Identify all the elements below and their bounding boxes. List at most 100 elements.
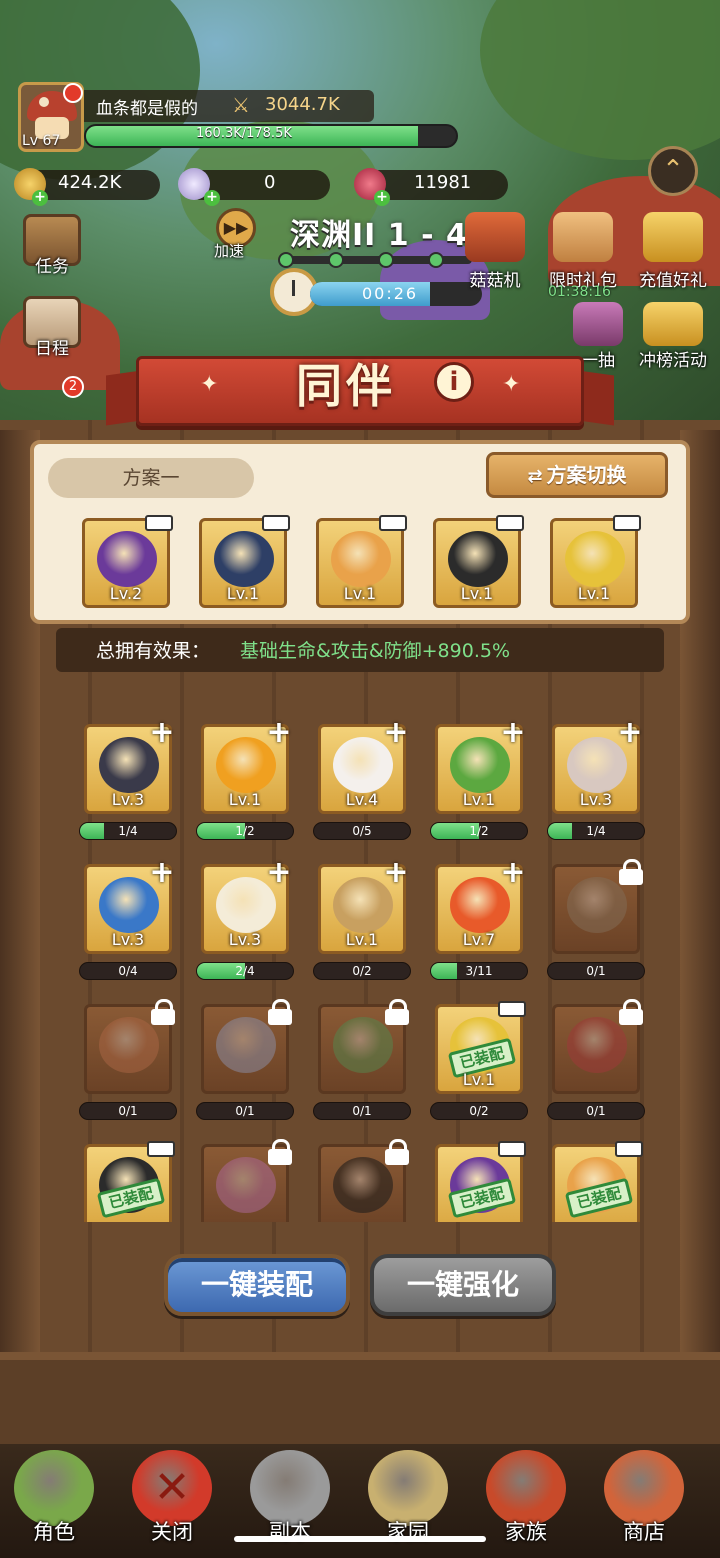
effect-value: 基础生命&攻击&防御+890.5% <box>240 640 510 662</box>
companion-card[interactable]: + Lv.1 <box>201 718 292 814</box>
companion-card[interactable]: + Lv.1 <box>435 718 526 814</box>
add-companion-icon[interactable]: + <box>149 858 175 888</box>
companion-card[interactable]: + Lv.3 <box>84 858 175 954</box>
unequip-icon[interactable] <box>498 1141 526 1157</box>
companion-level: Lv.7 <box>462 930 496 949</box>
companion-level: Lv.1 <box>226 584 260 603</box>
companion-card[interactable] <box>201 999 292 1094</box>
lock-icon <box>619 999 643 1025</box>
companion-card[interactable]: + Lv.7 <box>435 858 526 954</box>
plan-switch-button[interactable]: ⇄ 方案切换 <box>486 452 668 498</box>
shard-progress-text: 0/1 <box>586 964 606 978</box>
unequip-icon[interactable] <box>613 515 641 531</box>
companion-level: Lv.1 <box>462 790 496 809</box>
gold-amount: 424.2K <box>58 172 122 193</box>
star-icon: ✦ <box>200 372 219 397</box>
companion-level: Lv.1 <box>228 790 262 809</box>
add-companion-icon[interactable]: + <box>500 858 526 888</box>
companion-portrait <box>214 531 274 587</box>
companion-level: Lv.3 <box>228 930 262 949</box>
add-gold-icon[interactable]: + <box>32 190 48 206</box>
add-companion-icon[interactable]: + <box>500 718 526 748</box>
nav-home-garden[interactable]: 家园 <box>358 1450 458 1546</box>
companion-card[interactable] <box>552 999 643 1094</box>
unequip-icon[interactable] <box>496 515 524 531</box>
add-companion-icon[interactable]: + <box>383 858 409 888</box>
unequip-icon[interactable] <box>262 515 290 531</box>
companion-card[interactable]: + Lv.1 <box>318 858 409 954</box>
home-indicator[interactable] <box>234 1536 486 1542</box>
companion-card[interactable]: + Lv.4 <box>318 718 409 814</box>
limited-gift-timer: 01:38:16 <box>548 284 611 300</box>
companion-card[interactable]: 已装配 <box>435 1141 526 1222</box>
shard-progress-text: 1/2 <box>469 824 489 838</box>
add-crystal-icon[interactable]: + <box>204 190 220 206</box>
companion-portrait <box>99 1017 159 1073</box>
add-gem-icon[interactable]: + <box>374 190 390 206</box>
companion-portrait <box>216 1017 276 1073</box>
slot-machine-icon <box>465 212 525 262</box>
shard-progress-text: 3/11 <box>465 964 493 978</box>
companion-card[interactable]: 已装配 <box>84 1141 175 1222</box>
nav-skull-banner[interactable]: 家族 <box>476 1450 576 1546</box>
nav-mushroom-character[interactable]: 角色 <box>4 1450 104 1546</box>
add-companion-icon[interactable]: + <box>617 718 643 748</box>
companion-card[interactable]: 已装配 Lv.1 <box>435 1001 526 1094</box>
lineup-slot[interactable]: Lv.1 <box>199 515 290 608</box>
upgrade-all-button[interactable]: 一键强化 <box>370 1254 556 1316</box>
speed-label: 加速 <box>214 242 245 260</box>
nav-crossed-swords[interactable]: 副本 <box>240 1450 340 1546</box>
companion-grid[interactable]: + Lv.3 1/4 + Lv.1 1/2 + Lv.4 0/5 + Lv.1 1/2 + Lv.3 1/4… <box>40 700 680 1222</box>
unequip-icon[interactable] <box>615 1141 643 1157</box>
skull-banner-icon <box>486 1450 566 1526</box>
lineup-slot[interactable]: Lv.1 <box>316 515 407 608</box>
companion-card[interactable]: + Lv.3 <box>84 718 175 814</box>
collapse-up-button[interactable]: ⌃ <box>648 146 698 196</box>
plan-switch-label: 方案切换 <box>546 463 627 487</box>
companion-card[interactable] <box>318 999 409 1094</box>
recharge-gift-event[interactable]: 充值好礼 <box>628 212 718 291</box>
mushroom-machine-event[interactable]: 菇菇机 <box>450 212 540 291</box>
shop-icon <box>604 1450 684 1526</box>
companion-card[interactable] <box>201 1139 292 1222</box>
lineup-slot[interactable]: Lv.1 <box>550 515 641 608</box>
companion-card[interactable]: 已装配 <box>552 1141 643 1222</box>
companion-card[interactable] <box>552 859 643 954</box>
lineup-slot[interactable]: Lv.1 <box>433 515 524 608</box>
companion-card[interactable]: + Lv.3 <box>201 858 292 954</box>
limited-gift-event[interactable]: 限时礼包 <box>538 212 628 291</box>
unequip-icon[interactable] <box>498 1001 526 1017</box>
add-companion-icon[interactable]: + <box>266 858 292 888</box>
add-companion-icon[interactable]: + <box>149 718 175 748</box>
effect-label: 总拥有效果： <box>96 640 211 662</box>
add-companion-icon[interactable]: + <box>266 718 292 748</box>
unequip-icon[interactable] <box>145 515 173 531</box>
star-icon: ✦ <box>502 372 521 397</box>
stage-node <box>428 252 444 268</box>
info-button[interactable]: i <box>434 362 474 402</box>
companion-portrait <box>448 531 508 587</box>
badge-count: 2 <box>62 376 84 398</box>
nav-close[interactable]: ✕ 关闭 <box>122 1450 222 1546</box>
add-companion-icon[interactable]: + <box>383 718 409 748</box>
companion-portrait <box>331 531 391 587</box>
shard-progress-text: 0/1 <box>352 1104 372 1118</box>
schedule-label: 日程 <box>35 339 69 359</box>
companion-card[interactable] <box>84 999 175 1094</box>
panel-bottom-shelf <box>0 1352 720 1444</box>
companion-card[interactable]: + Lv.3 <box>552 718 643 814</box>
schedule-shortcut[interactable]: 日程 <box>20 296 84 359</box>
shard-progress-text: 0/5 <box>352 824 372 838</box>
lineup-slot[interactable]: Lv.2 <box>82 515 173 608</box>
companion-card[interactable] <box>318 1139 409 1222</box>
equip-all-button[interactable]: 一键装配 <box>164 1254 350 1316</box>
stage-node <box>328 252 344 268</box>
unequip-icon[interactable] <box>379 515 407 531</box>
task-shortcut[interactable]: 任务 <box>20 214 84 277</box>
ranking-event[interactable]: 冲榜活动 <box>628 302 718 371</box>
player-level: Lv 67 <box>22 133 61 149</box>
plan-name: 方案一 <box>48 458 254 498</box>
shard-progress-text: 0/2 <box>469 1104 489 1118</box>
unequip-icon[interactable] <box>147 1141 175 1157</box>
nav-shop[interactable]: 商店 <box>594 1450 694 1546</box>
